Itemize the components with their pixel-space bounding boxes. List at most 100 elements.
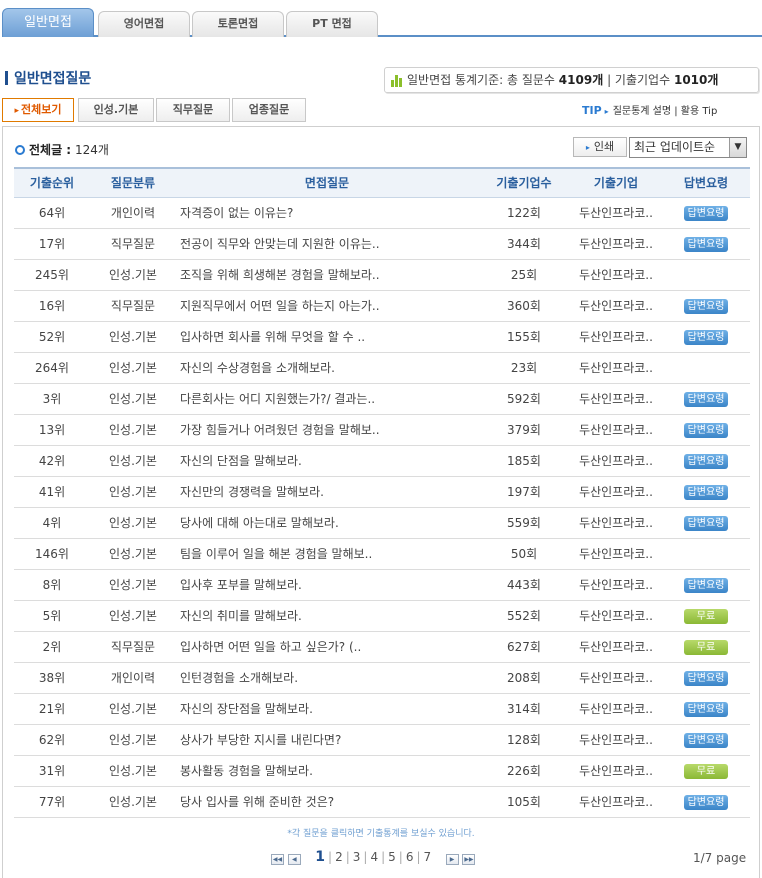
- company-cell: 두산인프라코..: [579, 485, 653, 499]
- chevron-down-icon[interactable]: ▼: [729, 138, 746, 157]
- answer-tip-badge[interactable]: 답변요령: [684, 515, 728, 531]
- tab-general-interview[interactable]: 일반면접: [2, 8, 94, 37]
- table-row[interactable]: 38위 개인이력 인턴경험을 소개해보라. 208회 두산인프라코.. 답변요령: [14, 662, 750, 693]
- answer-tip-cell: 무료: [662, 755, 750, 786]
- first-page-icon[interactable]: ◀◀: [271, 854, 284, 865]
- table-row[interactable]: 5위 인성.기본 자신의 취미를 말해보라. 552회 두산인프라코.. 무료: [14, 600, 750, 631]
- col-category[interactable]: 질문분류: [90, 168, 176, 197]
- question-cell[interactable]: 가장 힘들거나 어려웠던 경험을 말해보..: [176, 414, 478, 445]
- answer-tip-badge[interactable]: 답변요령: [684, 577, 728, 593]
- question-cell[interactable]: 자신의 취미를 말해보라.: [176, 600, 478, 631]
- question-cell[interactable]: 당사 입사를 위해 준비한 것은?: [176, 786, 478, 817]
- question-cell[interactable]: 인턴경험을 소개해보라.: [176, 662, 478, 693]
- company-count-cell: 25회: [510, 268, 538, 282]
- question-cell[interactable]: 자신의 단점을 말해보라.: [176, 445, 478, 476]
- page-1[interactable]: 1: [315, 849, 325, 865]
- answer-tip-cell: 답변요령: [662, 507, 750, 538]
- subtab-industry[interactable]: 업종질문: [232, 98, 306, 122]
- table-row[interactable]: 41위 인성.기본 자신만의 경쟁력을 말해보라. 197회 두산인프라코.. 답변요령: [14, 476, 750, 507]
- table-row[interactable]: 77위 인성.기본 당사 입사를 위해 준비한 것은? 105회 두산인프라코.. 답변요…: [14, 786, 750, 817]
- col-company-count[interactable]: 기출기업수: [478, 168, 570, 197]
- company-count-cell: 122회: [507, 206, 541, 220]
- answer-tip-badge[interactable]: 답변요령: [684, 205, 728, 221]
- table-row[interactable]: 245위 인성.기본 조직을 위해 희생해본 경험을 말해보라.. 25회 두산인프라코…: [14, 259, 750, 290]
- last-page-icon[interactable]: ▶▶: [462, 854, 476, 865]
- table-row[interactable]: 146위 인성.기본 팀을 이루어 일을 해본 경험을 말해보.. 50회 두산인프라코…: [14, 538, 750, 569]
- question-cell[interactable]: 입사하면 어떤 일을 하고 싶은가? (..: [176, 631, 478, 662]
- question-cell[interactable]: 당사에 대해 아는대로 말해보라.: [176, 507, 478, 538]
- rank-cell: 52위: [38, 330, 66, 344]
- question-cell[interactable]: 자신의 장단점을 말해보라.: [176, 693, 478, 724]
- next-page-icon[interactable]: ▶: [445, 854, 459, 865]
- company-count-cell: 379회: [507, 423, 541, 437]
- answer-tip-cell: 답변요령: [662, 662, 750, 693]
- answer-tip-badge[interactable]: 답변요령: [684, 732, 728, 748]
- col-question[interactable]: 면접질문: [176, 168, 478, 197]
- table-row[interactable]: 17위 직무질문 전공이 직무와 안맞는데 지원한 이유는.. 344회 두산인프라코.…: [14, 228, 750, 259]
- prev-page-icon[interactable]: ◀: [287, 854, 301, 865]
- stats-question-count: 4109개: [558, 73, 604, 87]
- answer-tip-badge[interactable]: 답변요령: [684, 484, 728, 500]
- page-3[interactable]: 3: [353, 850, 361, 864]
- table-row[interactable]: 64위 개인이력 자격증이 없는 이유는? 122회 두산인프라코.. 답변요령: [14, 197, 750, 228]
- answer-tip-badge[interactable]: 답변요령: [684, 670, 728, 686]
- question-cell[interactable]: 지원직무에서 어떤 일을 하는지 아는가..: [176, 290, 478, 321]
- question-cell[interactable]: 입사후 포부를 말해보라.: [176, 569, 478, 600]
- table-row[interactable]: 42위 인성.기본 자신의 단점을 말해보라. 185회 두산인프라코.. 답변요령: [14, 445, 750, 476]
- company-count-cell: 185회: [507, 454, 541, 468]
- answer-tip-badge[interactable]: 답변요령: [684, 794, 728, 810]
- table-row[interactable]: 8위 인성.기본 입사후 포부를 말해보라. 443회 두산인프라코.. 답변요령: [14, 569, 750, 600]
- question-cell[interactable]: 조직을 위해 희생해본 경험을 말해보라..: [176, 259, 478, 290]
- page-6[interactable]: 6: [406, 850, 414, 864]
- tab-debate-interview[interactable]: 토론면접: [192, 11, 284, 37]
- subtab-personality[interactable]: 인성.기본: [78, 98, 154, 122]
- table-row[interactable]: 13위 인성.기본 가장 힘들거나 어려웠던 경험을 말해보.. 379회 두산인프라코…: [14, 414, 750, 445]
- table-row[interactable]: 3위 인성.기본 다른회사는 어디 지원했는가?/ 결과는.. 592회 두산인프라코.…: [14, 383, 750, 414]
- sort-select[interactable]: 최근 업데이트순 ▼: [629, 137, 747, 158]
- table-row[interactable]: 31위 인성.기본 봉사활동 경험을 말해보라. 226회 두산인프라코.. 무료: [14, 755, 750, 786]
- answer-tip-cell: 답변요령: [662, 693, 750, 724]
- question-cell[interactable]: 봉사활동 경험을 말해보라.: [176, 755, 478, 786]
- rank-cell: 2위: [42, 640, 62, 654]
- rank-cell: 77위: [38, 795, 66, 809]
- question-cell[interactable]: 자격증이 없는 이유는?: [176, 197, 478, 228]
- col-company[interactable]: 기출기업: [570, 168, 662, 197]
- question-cell[interactable]: 다른회사는 어디 지원했는가?/ 결과는..: [176, 383, 478, 414]
- answer-tip-badge[interactable]: 답변요령: [684, 298, 728, 314]
- answer-tip-cell: 답변요령: [662, 321, 750, 352]
- col-rank[interactable]: 기출순위: [14, 168, 90, 197]
- table-row[interactable]: 52위 인성.기본 입사하면 회사를 위해 무엇을 할 수 .. 155회 두산인프라코…: [14, 321, 750, 352]
- print-button[interactable]: ▸ 인쇄: [573, 137, 627, 157]
- subtab-job[interactable]: 직무질문: [156, 98, 230, 122]
- col-answer-tip[interactable]: 답변요령: [662, 168, 750, 197]
- free-badge[interactable]: 무료: [684, 763, 728, 779]
- answer-tip-badge[interactable]: 답변요령: [684, 329, 728, 345]
- question-cell[interactable]: 전공이 직무와 안맞는데 지원한 이유는..: [176, 228, 478, 259]
- tab-english-interview[interactable]: 영어면접: [98, 11, 190, 37]
- question-cell[interactable]: 상사가 부당한 지시를 내린다면?: [176, 724, 478, 755]
- question-cell[interactable]: 팀을 이루어 일을 해본 경험을 말해보..: [176, 538, 478, 569]
- answer-tip-badge[interactable]: 답변요령: [684, 453, 728, 469]
- subtab-all[interactable]: 전체보기: [2, 98, 74, 122]
- question-cell[interactable]: 자신만의 경쟁력을 말해보라.: [176, 476, 478, 507]
- page-2[interactable]: 2: [335, 850, 343, 864]
- page-4[interactable]: 4: [370, 850, 378, 864]
- table-row[interactable]: 62위 인성.기본 상사가 부당한 지시를 내린다면? 128회 두산인프라코.. 답변요…: [14, 724, 750, 755]
- answer-tip-badge[interactable]: 답변요령: [684, 236, 728, 252]
- answer-tip-badge[interactable]: 답변요령: [684, 391, 728, 407]
- free-badge[interactable]: 무료: [684, 639, 728, 655]
- table-row[interactable]: 21위 인성.기본 자신의 장단점을 말해보라. 314회 두산인프라코.. 답변요령: [14, 693, 750, 724]
- question-cell[interactable]: 자신의 수상경험을 소개해보라.: [176, 352, 478, 383]
- tip-link[interactable]: TIP ▸ 질문통계 설명 | 활용 Tip: [582, 102, 717, 117]
- answer-tip-badge[interactable]: 답변요령: [684, 422, 728, 438]
- table-row[interactable]: 2위 직무질문 입사하면 어떤 일을 하고 싶은가? (.. 627회 두산인프라코..…: [14, 631, 750, 662]
- free-badge[interactable]: 무료: [684, 608, 728, 624]
- table-row[interactable]: 16위 직무질문 지원직무에서 어떤 일을 하는지 아는가.. 360회 두산인프라코.…: [14, 290, 750, 321]
- answer-tip-badge[interactable]: 답변요령: [684, 701, 728, 717]
- question-cell[interactable]: 입사하면 회사를 위해 무엇을 할 수 ..: [176, 321, 478, 352]
- tab-pt-interview[interactable]: PT 면접: [286, 11, 378, 37]
- page-7[interactable]: 7: [424, 850, 432, 864]
- table-row[interactable]: 4위 인성.기본 당사에 대해 아는대로 말해보라. 559회 두산인프라코.. 답변요령: [14, 507, 750, 538]
- table-row[interactable]: 264위 인성.기본 자신의 수상경험을 소개해보라. 23회 두산인프라코..: [14, 352, 750, 383]
- page-5[interactable]: 5: [388, 850, 396, 864]
